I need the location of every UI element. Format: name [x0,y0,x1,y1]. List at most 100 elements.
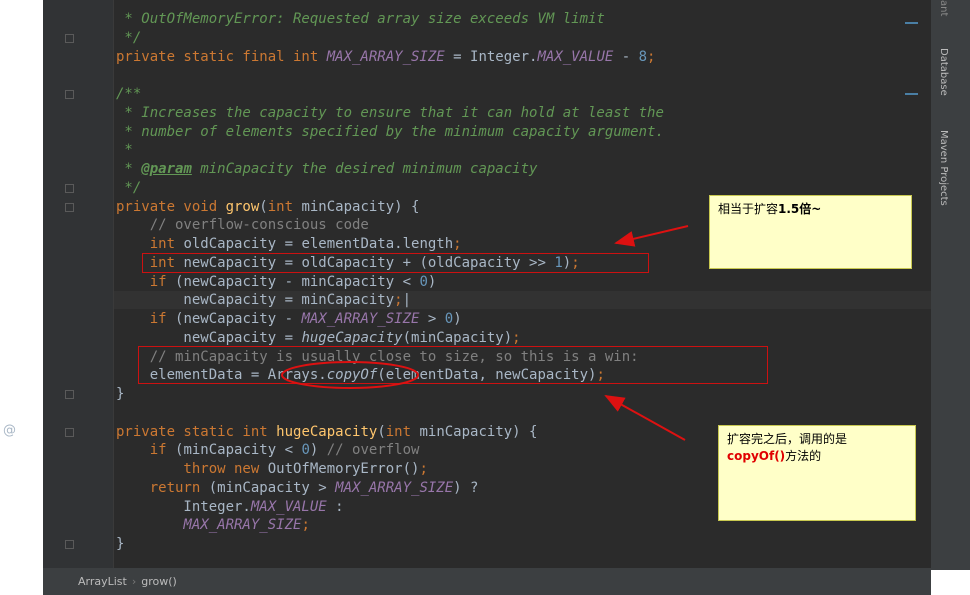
code-line[interactable]: MAX_ARRAY_SIZE; [116,516,309,534]
note-line-1: 扩容完之后，调用的是 [727,432,848,446]
code-token: 0 [444,311,454,327]
code-token: MAX_ARRAY_SIZE [326,48,445,65]
code-token: minCapacity the desired minimum capacity [191,161,538,177]
code-token: MAX_ARRAY_SIZE [301,311,420,327]
code-token: * number of elements specified by the mi… [116,123,664,140]
code-line[interactable]: * [116,141,133,159]
code-token: if [116,442,176,459]
code-line[interactable]: if (newCapacity - minCapacity < 0) [116,273,437,291]
code-token: oldCapacity = elementData.length [183,236,454,252]
fold-toggle-icon[interactable] [65,390,74,399]
code-line[interactable]: return (minCapacity > MAX_ARRAY_SIZE) ? [116,479,479,497]
code-line[interactable]: * @param minCapacity the desired minimum… [116,160,537,178]
code-token: if [116,273,176,290]
code-token: ; [419,461,428,477]
code-line[interactable]: */ [116,29,141,47]
code-token: 0 [301,442,310,459]
code-token: /** [116,86,142,102]
annotation-note-copyof: 扩容完之后，调用的是 copyOf()方法的 [718,425,916,521]
code-token: 0 [419,273,428,290]
code-token: int [116,236,184,252]
code-token: MAX_ARRAY_SIZE [116,517,302,534]
fold-toggle-icon[interactable] [65,90,74,99]
code-token: ) ? [453,479,479,496]
code-token: // overflow [326,442,420,459]
code-token: MAX_ARRAY_SIZE [335,479,454,496]
change-marker[interactable] [905,93,918,95]
code-line[interactable]: Integer.MAX_VALUE : [116,498,344,516]
code-line[interactable]: * number of elements specified by the mi… [116,123,664,141]
code-line[interactable]: newCapacity = minCapacity;| [114,291,931,310]
code-token: MAX_VALUE [537,48,614,65]
code-token: newCapacity = [116,329,302,346]
code-token: (minCapacity < [175,442,302,459]
code-token: ; [453,236,462,252]
code-line[interactable]: * OutOfMemoryError: Requested array size… [116,10,605,28]
note-bold-text: 1.5倍~ [778,202,822,216]
code-line[interactable]: */ [116,179,141,197]
highlight-box-copyof-call [138,346,768,384]
fold-toggle-icon[interactable] [65,540,74,549]
breadcrumb-separator-icon: › [131,575,137,588]
tool-tab-maven-projects[interactable]: Maven Projects [931,130,949,220]
fold-toggle-icon[interactable] [65,183,74,193]
code-line[interactable]: newCapacity = hugeCapacity(minCapacity); [116,329,520,347]
code-token: grow [225,198,260,215]
code-token: * [116,161,142,177]
code-line[interactable]: private static final int MAX_ARRAY_SIZE … [116,48,655,66]
editor-gutter[interactable] [43,0,114,568]
highlight-box-new-capacity [142,253,649,273]
fold-toggle-icon[interactable] [65,33,74,43]
code-token: ) [309,442,327,459]
breadcrumb-item-class[interactable]: ArrayList [78,575,127,588]
override-marker-icon[interactable]: @ [3,423,16,438]
code-token: } [116,386,125,402]
code-token: * Increases the capacity to ensure that … [116,104,664,121]
code-token: * [116,142,133,159]
code-token: @param [141,161,192,177]
right-tool-window-bar: ant Database Maven Projects [931,0,970,570]
code-token: ; [647,48,656,65]
code-line[interactable]: if (minCapacity < 0) // overflow [116,441,420,459]
breadcrumb-item-method[interactable]: grow() [141,575,177,588]
fold-toggle-icon[interactable] [65,427,74,437]
change-marker[interactable] [905,22,918,24]
code-token: */ [116,179,142,196]
code-line[interactable]: throw new OutOfMemoryError(); [116,460,428,478]
code-line[interactable]: int oldCapacity = elementData.length; [116,235,462,253]
code-token: * OutOfMemoryError: Requested array size… [116,11,605,27]
code-token: (minCapacity > [208,479,336,496]
code-token: (newCapacity - [175,311,302,327]
annotation-note-growth: 相当于扩容1.5倍~ [709,195,912,269]
breadcrumb: ArrayList › grow() [43,568,931,595]
code-token: newCapacity = minCapacity [116,292,395,309]
code-token: if [116,311,176,327]
code-line[interactable]: /** [116,85,141,103]
code-token: = Integer. [444,48,538,65]
code-token: private static final int [116,48,327,65]
code-line[interactable]: } [116,385,124,403]
code-line[interactable]: } [116,535,124,553]
code-token: : [326,498,344,515]
code-token: ) [427,273,437,290]
code-token: int [385,423,420,440]
note-after-text: 方法的 [785,449,822,463]
code-line[interactable]: * Increases the capacity to ensure that … [116,104,664,122]
code-token: private static int [116,423,277,440]
code-token: private void [116,198,226,215]
code-line[interactable]: if (newCapacity - MAX_ARRAY_SIZE > 0) [116,310,462,328]
code-token: // overflow-conscious code [116,217,369,234]
code-token: throw new [116,461,268,477]
code-token: ( [377,423,386,440]
fold-toggle-icon[interactable] [65,202,74,212]
code-token: 8 [638,48,648,65]
code-token: ( [259,198,268,215]
tool-tab-ant[interactable]: ant [931,0,949,20]
code-token: MAX_VALUE [250,498,327,515]
code-line[interactable]: // overflow-conscious code [116,216,369,234]
code-line[interactable]: private void grow(int minCapacity) { [116,198,419,216]
code-token: | [402,292,412,309]
code-line[interactable]: private static int hugeCapacity(int minC… [116,423,537,441]
tool-tab-database[interactable]: Database [931,48,949,110]
code-token: Integer. [116,498,251,515]
